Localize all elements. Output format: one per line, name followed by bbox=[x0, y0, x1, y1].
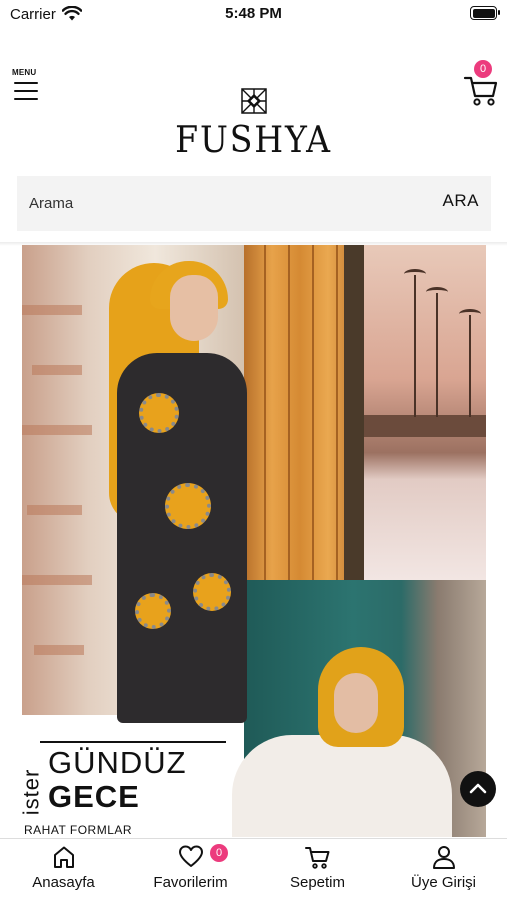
logo-emblem-icon bbox=[240, 88, 267, 114]
cart-icon bbox=[304, 847, 329, 869]
banner-photo-door bbox=[244, 245, 356, 580]
bottom-tab-bar: Anasayfa Favorilerim 0 Sepetim Üye Giriş… bbox=[0, 838, 507, 900]
heart-icon bbox=[178, 845, 203, 867]
tagline-ister: ister bbox=[22, 768, 44, 816]
search-button[interactable]: ARA bbox=[443, 191, 479, 211]
tab-cart-label: Sepetim bbox=[289, 874, 346, 891]
brand-name: FUSHYA bbox=[175, 120, 332, 161]
search-bar: ARA bbox=[17, 176, 491, 231]
model-black-dress bbox=[117, 353, 247, 723]
cart-count-badge: 0 bbox=[474, 60, 492, 78]
tab-cart[interactable]: Sepetim bbox=[254, 839, 381, 900]
tagline-subtitle: RAHAT FORMLAR bbox=[24, 823, 133, 837]
brand-logo[interactable]: FUSHYA bbox=[0, 88, 507, 161]
tab-home[interactable]: Anasayfa bbox=[0, 839, 127, 900]
banner-tagline: ister GÜNDÜZ GECE RAHAT FORMLAR bbox=[22, 735, 232, 837]
battery-icon bbox=[470, 6, 500, 20]
hero-banner[interactable]: ister GÜNDÜZ GECE RAHAT FORMLAR bbox=[22, 245, 486, 837]
status-bar: Carrier 5:48 PM bbox=[0, 0, 507, 30]
chevron-up-icon bbox=[469, 783, 487, 794]
tab-home-label: Anasayfa bbox=[32, 874, 95, 891]
search-input[interactable] bbox=[29, 192, 409, 214]
model-white-blouse bbox=[232, 735, 452, 837]
scroll-to-top-button[interactable] bbox=[460, 771, 496, 807]
tagline-gece: GECE bbox=[48, 779, 140, 814]
menu-label: MENU bbox=[12, 68, 37, 77]
tab-account-label: Üye Girişi bbox=[410, 874, 476, 891]
clock-label: 5:48 PM bbox=[225, 5, 282, 22]
banner-photo-beach bbox=[364, 245, 486, 580]
favorites-count-badge: 0 bbox=[210, 844, 228, 862]
tab-account[interactable]: Üye Girişi bbox=[380, 839, 507, 900]
user-icon bbox=[432, 846, 455, 869]
tab-favorites-label: Favorilerim bbox=[153, 874, 228, 891]
tagline-gunduz: GÜNDÜZ bbox=[48, 745, 187, 780]
cart-icon bbox=[463, 76, 498, 106]
home-icon bbox=[53, 846, 74, 868]
tab-favorites[interactable]: Favorilerim 0 bbox=[127, 839, 254, 900]
